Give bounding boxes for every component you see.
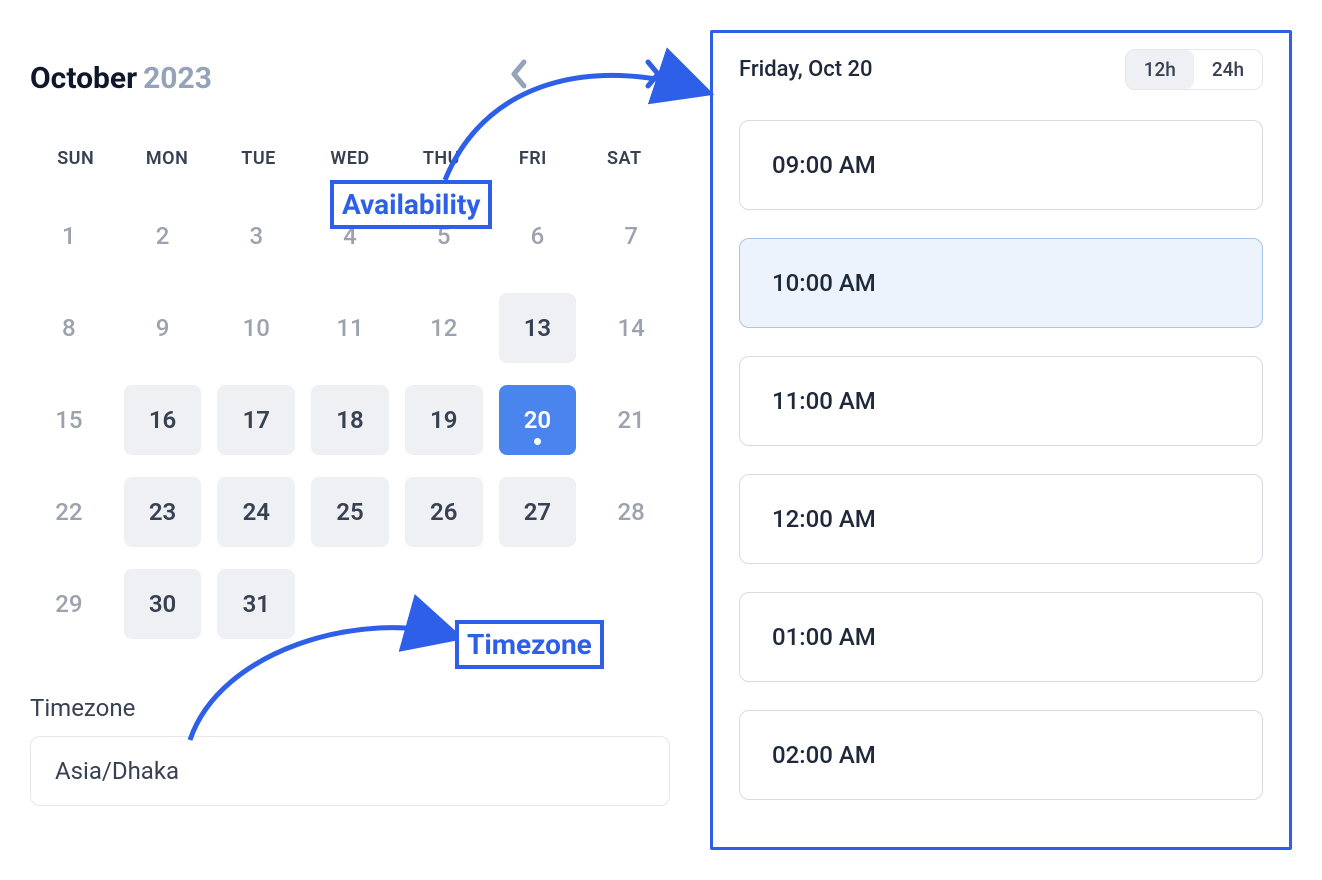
calendar-day-number: 12 [430,314,457,342]
time-format-toggle: 12h 24h [1125,49,1263,90]
selected-day-dot-icon [534,438,541,445]
calendar-day-number: 20 [524,406,551,434]
calendar-day: 22 [30,477,108,547]
calendar-day: 21 [592,385,670,455]
chevron-left-icon [510,59,528,89]
weekday-header: FRI [487,136,578,181]
calendar-day: 28 [592,477,670,547]
calendar-day[interactable]: 25 [311,477,389,547]
calendar-day[interactable]: 17 [217,385,295,455]
calendar-day-number: 8 [62,314,76,342]
calendar-day-number: 9 [156,314,170,342]
calendar-day: 29 [30,569,108,639]
prev-month-button[interactable] [502,55,536,101]
calendar-day-number: 2 [156,222,170,250]
calendar-day-number: 1 [62,222,76,250]
calendar-day-number: 30 [149,590,176,618]
calendar-day-number: 21 [618,406,645,434]
calendar-day-number: 14 [618,314,645,342]
calendar-day-number: 4 [343,222,357,250]
calendar-day-number: 28 [618,498,645,526]
selected-date-label: Friday, Oct 20 [739,57,873,82]
calendar-month: October [30,61,137,96]
timeslot-button[interactable]: 11:00 AM [739,356,1263,446]
timeslot-button[interactable]: 10:00 AM [739,238,1263,328]
calendar-day-number: 17 [243,406,270,434]
calendar-day: 6 [499,201,577,271]
calendar-day-number: 3 [249,222,263,250]
timezone-label: Timezone [30,694,670,722]
calendar-day-number: 7 [624,222,638,250]
timeslot-button[interactable]: 09:00 AM [739,120,1263,210]
weekday-header: TUE [213,136,304,181]
calendar-day: 15 [30,385,108,455]
timeslot-button[interactable]: 12:00 AM [739,474,1263,564]
calendar-day: 14 [592,293,670,363]
calendar-day-number: 23 [149,498,176,526]
calendar-day: 9 [124,293,202,363]
calendar-day[interactable]: 30 [124,569,202,639]
calendar-day[interactable]: 27 [499,477,577,547]
timeslot-list: 09:00 AM 10:00 AM 11:00 AM 12:00 AM 01:00 AM… [739,120,1263,800]
calendar-day[interactable]: 19 [405,385,483,455]
weekday-header-row: SUNMONTUEWEDTHUFRISAT [30,136,670,181]
calendar-day-number: 11 [336,314,363,342]
calendar-day: 11 [311,293,389,363]
calendar-day-number: 29 [55,590,82,618]
calendar-day: 10 [217,293,295,363]
calendar-day-number: 22 [55,498,82,526]
calendar-day: 3 [217,201,295,271]
calendar-day-number: 16 [149,406,176,434]
calendar-day-number: 6 [531,222,545,250]
calendar-day-number: 15 [55,406,82,434]
calendar-day[interactable]: 23 [124,477,202,547]
timeslots-panel: Friday, Oct 20 12h 24h 09:00 AM 10:00 AM 1… [710,30,1292,850]
calendar-day-number: 5 [437,222,451,250]
calendar-day-number: 19 [430,406,457,434]
timezone-value: Asia/Dhaka [55,757,179,785]
calendar-day-number: 10 [243,314,270,342]
calendar-day[interactable]: 24 [217,477,295,547]
next-month-button[interactable] [636,55,670,101]
chevron-right-icon [644,59,662,89]
calendar-day-number: 25 [336,498,363,526]
calendar-day-number: 31 [243,590,270,618]
calendar-day: 7 [592,201,670,271]
calendar-day[interactable]: 20 [499,385,577,455]
calendar-day-number: 24 [243,498,270,526]
calendar-day: 4 [311,201,389,271]
calendar-day: 1 [30,201,108,271]
calendar-header: October2023 [30,55,670,101]
timeslot-button[interactable]: 01:00 AM [739,592,1263,682]
calendar-day-number: 27 [524,498,551,526]
weekday-header: WED [304,136,395,181]
calendar-day[interactable]: 26 [405,477,483,547]
weekday-header: THU [396,136,487,181]
format-12h-button[interactable]: 12h [1126,50,1194,89]
calendar-day: 8 [30,293,108,363]
calendar-panel: October2023 SUNMONTUEWEDTHUFRISAT 123456… [30,30,670,850]
timezone-section: Timezone Asia/Dhaka [30,694,670,806]
calendar-day: 12 [405,293,483,363]
calendar-day: 2 [124,201,202,271]
calendar-grid: 1234567891011121314151617181920212223242… [30,201,670,639]
calendar-title: October2023 [30,61,212,96]
calendar-day-number: 13 [524,314,551,342]
timeslots-header: Friday, Oct 20 12h 24h [739,49,1263,90]
calendar-day-number: 26 [430,498,457,526]
weekday-header: MON [121,136,212,181]
calendar-day[interactable]: 18 [311,385,389,455]
calendar-day-number: 18 [336,406,363,434]
weekday-header: SUN [30,136,121,181]
timeslot-button[interactable]: 02:00 AM [739,710,1263,800]
timezone-select[interactable]: Asia/Dhaka [30,736,670,806]
calendar-nav [502,55,670,101]
calendar-day[interactable]: 31 [217,569,295,639]
calendar-day: 5 [405,201,483,271]
calendar-day[interactable]: 13 [499,293,577,363]
calendar-year: 2023 [143,61,212,96]
format-24h-button[interactable]: 24h [1194,50,1262,89]
calendar-day[interactable]: 16 [124,385,202,455]
weekday-header: SAT [579,136,670,181]
